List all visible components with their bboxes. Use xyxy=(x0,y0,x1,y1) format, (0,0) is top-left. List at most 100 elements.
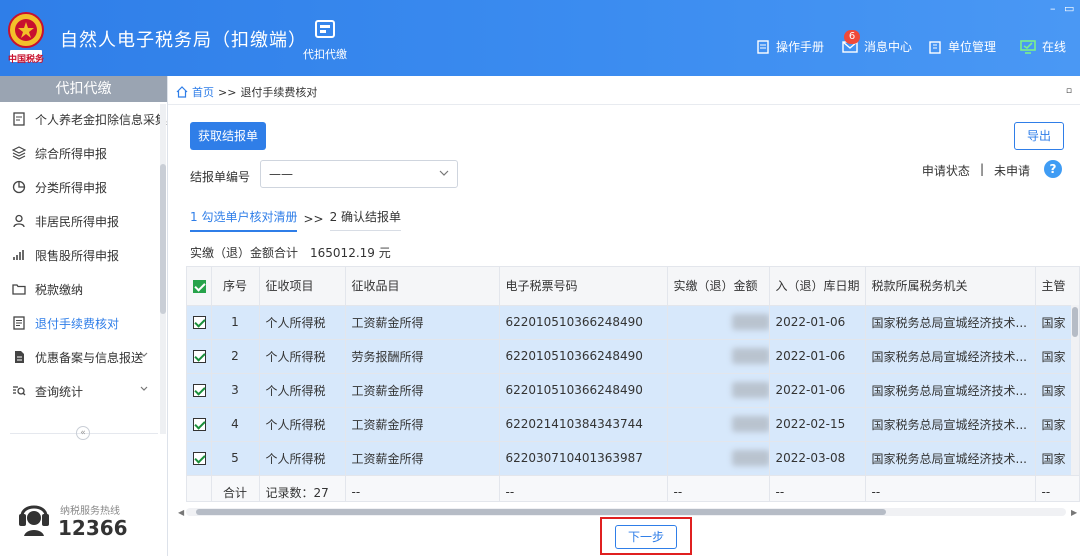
unit-management-link[interactable]: 单位管理 xyxy=(928,38,996,55)
col-header-ticket: 电子税票号码 xyxy=(499,267,668,306)
sidebar-item-classified[interactable]: 分类所得申报 xyxy=(0,170,167,204)
sidebar-item-comprehensive[interactable]: 综合所得申报 xyxy=(0,136,167,170)
summary-dash: -- xyxy=(667,475,770,501)
select-all-checkbox[interactable] xyxy=(187,267,212,306)
scroll-right-arrow-icon[interactable]: ▶ xyxy=(1071,508,1077,517)
total-amount-label: 实缴（退）金额合计 xyxy=(190,246,299,260)
table-row[interactable]: 3 个人所得税 工资薪金所得 622010510366248490 2022-0… xyxy=(187,373,1079,408)
step-tabs: 1 勾选单户核对清册 >> 2 确认结报单 xyxy=(190,208,402,232)
next-step-button[interactable]: 下一步 xyxy=(615,525,677,549)
row-checkbox[interactable] xyxy=(187,441,212,476)
table-row[interactable]: 2 个人所得税 劳务报酬所得 622010510366248490 2022-0… xyxy=(187,339,1079,374)
hotline-label: 纳税服务热线 xyxy=(60,506,120,517)
summary-dash: -- xyxy=(769,475,866,501)
sidebar-item-tax-payment[interactable]: 税款缴纳 xyxy=(0,272,167,306)
module-withholding-button[interactable]: 代扣代缴 xyxy=(300,18,350,68)
cell-item: 个人所得税 xyxy=(259,305,346,340)
table-header-row: 序号 征收项目 征收品目 电子税票号码 实缴（退）金额 入（退）库日期 税款所属… xyxy=(187,267,1079,306)
sidebar-item-query-stats[interactable]: 查询统计 xyxy=(0,374,167,408)
maximize-button[interactable]: ▭ xyxy=(1064,2,1074,15)
home-icon xyxy=(176,86,188,98)
summary-dash: -- xyxy=(865,475,1036,501)
table-row[interactable]: 5 个人所得税 工资薪金所得 622030710401363987 2022-0… xyxy=(187,441,1079,476)
emblem-text: 中国税务 xyxy=(8,55,45,65)
sidebar-item-label: 分类所得申报 xyxy=(35,180,108,195)
cell-ticket: 622010510366248490 xyxy=(499,339,668,374)
doc-icon xyxy=(15,351,24,363)
scroll-left-arrow-icon[interactable]: ◀ xyxy=(178,508,184,517)
breadcrumb-home-link[interactable]: 首页 xyxy=(192,84,214,100)
chevron-down-icon xyxy=(140,386,148,391)
sidebar: 代扣代缴 个人养老金扣除信息采集 综合所得申报 分类所得申报 非居民所得申报 限… xyxy=(0,76,168,556)
cell-ticket: 622030710401363987 xyxy=(499,441,668,476)
cell-category: 劳务报酬所得 xyxy=(345,339,500,374)
table-hscroll-thumb[interactable] xyxy=(196,509,886,515)
search-icon xyxy=(13,386,26,396)
summary-label: 合计 xyxy=(211,475,260,501)
message-count-badge: 6 xyxy=(844,30,860,44)
sidebar-item-pension-info[interactable]: 个人养老金扣除信息采集 xyxy=(0,102,167,136)
cell-no: 1 xyxy=(211,305,260,340)
sidebar-item-preferential-filing[interactable]: 优惠备案与信息报送 xyxy=(0,340,167,374)
table-vscroll-thumb[interactable] xyxy=(1072,307,1078,337)
export-button[interactable]: 导出 xyxy=(1014,122,1064,150)
sidebar-item-fee-refund-check[interactable]: 退付手续费核对 xyxy=(0,306,167,340)
cell-office: 国家税务总局宣城经济技术... xyxy=(865,339,1036,374)
sidebar-scrollbar[interactable] xyxy=(160,104,166,434)
message-center-label: 消息中心 xyxy=(864,40,913,54)
table-row[interactable]: 4 个人所得税 工资薪金所得 622021410384343744 2022-0… xyxy=(187,407,1079,442)
step-arrow: >> xyxy=(303,212,324,226)
table-horizontal-scrollbar[interactable] xyxy=(186,508,1066,516)
manual-link[interactable]: 操作手册 xyxy=(756,38,824,55)
data-table: 序号 征收项目 征收品目 电子税票号码 实缴（退）金额 入（退）库日期 税款所属… xyxy=(186,266,1080,502)
col-header-item: 征收项目 xyxy=(259,267,346,306)
cell-category: 工资薪金所得 xyxy=(345,373,500,408)
table-vertical-scrollbar[interactable] xyxy=(1071,305,1079,475)
breadcrumb-separator: >> xyxy=(218,85,237,99)
online-status[interactable]: 在线 xyxy=(1020,38,1066,55)
summary-count: 记录数：27 xyxy=(259,475,346,501)
row-checkbox[interactable] xyxy=(187,373,212,408)
restore-window-icon[interactable]: ▫ xyxy=(1066,86,1072,96)
sidebar-scroll-thumb[interactable] xyxy=(160,164,166,314)
layers-icon xyxy=(12,146,26,160)
chevron-down-icon xyxy=(439,170,449,176)
sidebar-collapse-button[interactable]: « xyxy=(76,426,90,440)
manual-icon xyxy=(757,39,769,54)
row-checkbox[interactable] xyxy=(187,305,212,340)
minimize-button[interactable]: – xyxy=(1050,2,1056,15)
sidebar-item-label: 查询统计 xyxy=(35,384,84,399)
row-checkbox[interactable] xyxy=(187,339,212,374)
bar-icon xyxy=(13,250,24,260)
help-icon[interactable]: ? xyxy=(1044,160,1062,178)
sidebar-title: 代扣代缴 xyxy=(0,76,167,102)
cell-category: 工资薪金所得 xyxy=(345,407,500,442)
cell-amount-redacted xyxy=(667,305,770,340)
sidebar-item-label: 非居民所得申报 xyxy=(35,214,120,229)
row-checkbox[interactable] xyxy=(187,407,212,442)
total-amount-value: 165012.19 元 xyxy=(310,246,391,260)
module-icon xyxy=(315,20,335,38)
fetch-report-button[interactable]: 获取结报单 xyxy=(190,122,266,150)
building-icon xyxy=(929,40,941,54)
apply-status-separator: | xyxy=(979,162,984,176)
cell-ticket: 622010510366248490 xyxy=(499,305,668,340)
cell-no: 4 xyxy=(211,407,260,442)
cell-office: 国家税务总局宣城经济技术... xyxy=(865,373,1036,408)
table-row[interactable]: 1 个人所得税 工资薪金所得 622010510366248490 2022-0… xyxy=(187,305,1079,340)
summary-blank xyxy=(187,475,212,501)
step-1-tab[interactable]: 1 勾选单户核对清册 xyxy=(190,208,298,232)
breadcrumb-divider xyxy=(168,104,1080,105)
apply-status: 申请状态 | 未申请 xyxy=(922,162,1030,179)
step-2-tab[interactable]: 2 确认结报单 xyxy=(329,208,402,231)
sidebar-item-label: 个人养老金扣除信息采集 xyxy=(35,112,167,127)
sidebar-item-restricted-shares[interactable]: 限售股所得申报 xyxy=(0,238,167,272)
sidebar-item-nonresident[interactable]: 非居民所得申报 xyxy=(0,204,167,238)
table-summary-row: 合计 记录数：27 -- -- -- -- -- -- xyxy=(187,475,1079,501)
person-icon xyxy=(13,214,25,228)
cell-date: 2022-01-06 xyxy=(769,373,866,408)
cell-item: 个人所得税 xyxy=(259,407,346,442)
cell-item: 个人所得税 xyxy=(259,373,346,408)
app-header: 中国税务 自然人电子税务局（扣缴端） 代扣代缴 操作手册 消息中心 6 单位管理 xyxy=(0,0,1080,76)
report-no-select[interactable]: —— xyxy=(260,160,458,188)
